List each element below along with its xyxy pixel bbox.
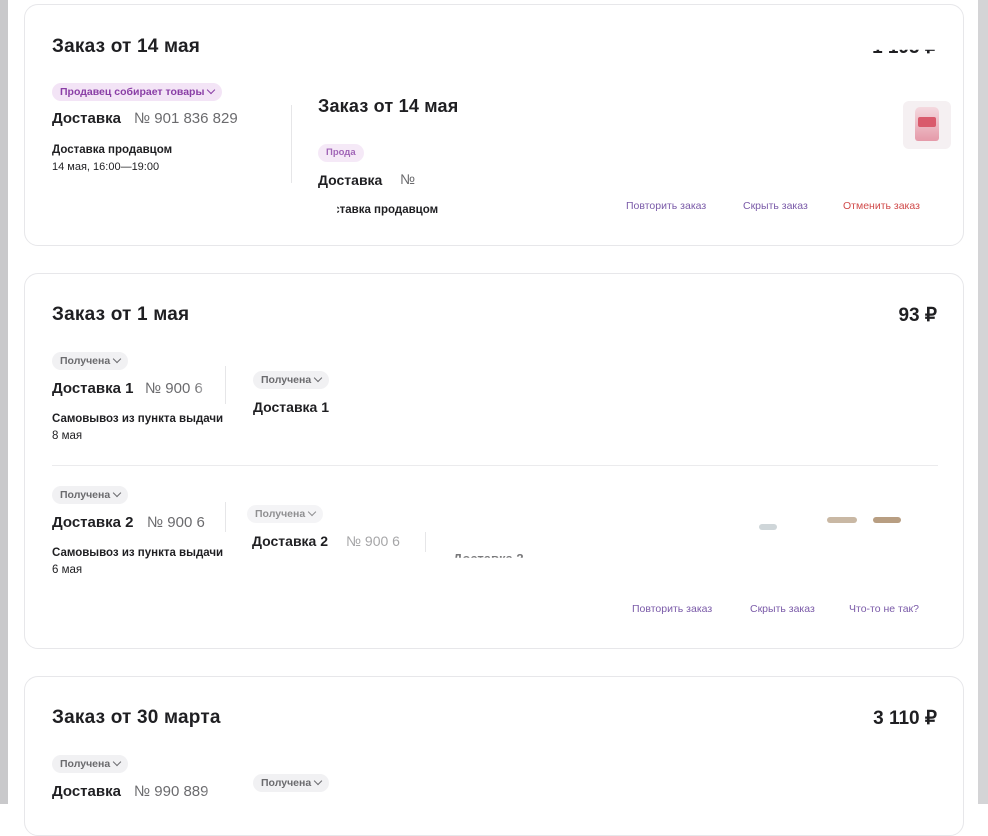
scrollbar-track[interactable]: [978, 0, 988, 804]
order-title: Заказ от 30 марта: [52, 707, 221, 728]
status-label: Получена: [60, 758, 111, 770]
column-divider: [225, 366, 226, 404]
repeat-order-button[interactable]: Повторить заказ: [632, 603, 712, 615]
status-badge[interactable]: Получена: [52, 352, 129, 370]
order-price: 93 ₽: [898, 305, 937, 326]
delivery-method: Самовывоз из пункта выдачи: [52, 413, 224, 425]
delivery-method: Доставка продавцом: [52, 144, 173, 156]
hide-order-button[interactable]: Скрыть заказ: [750, 603, 815, 615]
chevron-down-icon: [313, 373, 323, 383]
product-thumbnail[interactable]: [903, 101, 951, 149]
chevron-down-icon: [112, 488, 122, 498]
cancel-order-button[interactable]: Отменить заказ: [843, 200, 920, 212]
order-title: Заказ от 14 мая: [52, 36, 201, 57]
status-badge[interactable]: Получена: [52, 486, 129, 504]
ghost-status-badge: Получена: [253, 774, 330, 792]
delivery-date: 14 мая, 16:00—19:00: [52, 161, 160, 173]
delivery-number[interactable]: № 901 836 829: [134, 110, 238, 127]
chevron-down-icon: [112, 757, 122, 767]
delivery-number[interactable]: № 900 6: [147, 514, 205, 531]
product-thumbnail[interactable]: [759, 524, 777, 530]
status-label: Продавец собирает товары: [60, 86, 205, 98]
status-badge[interactable]: Получена: [52, 755, 129, 773]
ghost-delivery-name: Доставка: [318, 172, 383, 188]
ghost-delivery-number: №: [400, 171, 416, 187]
chevron-down-icon: [112, 354, 122, 364]
column-divider: [225, 502, 226, 532]
delivery-date: 8 мая: [52, 430, 83, 442]
text-fade: [195, 374, 227, 400]
delivery-date: 6 мая: [52, 564, 83, 576]
hide-order-button[interactable]: Скрыть заказ: [743, 200, 808, 212]
ghost-status-badge: Прода: [318, 144, 364, 162]
text-fade: [205, 777, 225, 803]
chevron-down-icon: [207, 85, 216, 95]
repeat-order-button[interactable]: Повторить заказ: [626, 200, 706, 212]
delivery-divider: [52, 465, 938, 466]
order-title: Заказ от 1 мая: [52, 304, 190, 325]
product-thumbnail[interactable]: [827, 517, 857, 523]
ghost-status-badge: Получена: [247, 505, 324, 523]
ghost-status-badge: Получена: [253, 371, 330, 389]
ghost-delivery-number: № 900 6: [346, 533, 400, 549]
status-label: Получена: [60, 489, 111, 501]
order-price: 1 195 ₽: [872, 37, 937, 58]
window-edge-left: [0, 0, 8, 804]
order-card: Заказ от 1 мая 93 ₽ Получена Доставка 1 …: [24, 273, 964, 649]
ghost-order-title: Заказ от 14 мая: [318, 96, 459, 116]
product-thumbnail[interactable]: [873, 517, 901, 523]
ghost-status-label: Получена: [261, 374, 312, 386]
delivery-name: Доставка: [52, 783, 121, 800]
delivery-name: Доставка 2: [52, 514, 134, 531]
ghost-delivery-name: Доставка 1: [253, 399, 330, 415]
delivery-number[interactable]: № 990 889: [134, 783, 208, 800]
text-fade: [245, 105, 295, 131]
status-label: Получена: [60, 355, 111, 367]
status-badge[interactable]: Продавец собирает товары: [52, 83, 223, 101]
delivery-method: Самовывоз из пункта выдачи: [52, 547, 224, 559]
order-price: 3 110 ₽: [873, 708, 937, 729]
report-problem-button[interactable]: Что-то не так?: [849, 603, 919, 615]
chevron-down-icon: [313, 776, 323, 786]
ghost-status-label: Получена: [261, 777, 312, 789]
column-divider: [291, 105, 292, 183]
ghost-delivery-method: Доставка продавцом: [318, 204, 439, 216]
ghost-divider: [425, 532, 426, 552]
product-label-mark: [918, 117, 936, 127]
ghost-status-label: Получена: [255, 508, 306, 520]
order-card: Заказ от 14 мая 1 195 ₽ Продавец собирае…: [24, 4, 964, 246]
order-card: Заказ от 30 марта 3 110 ₽ Получена Доста…: [24, 676, 964, 836]
ghost-delivery-name: Доставка 2: [252, 533, 329, 549]
delivery-name: Доставка 1: [52, 380, 134, 397]
chevron-down-icon: [307, 507, 317, 517]
ghost-delivery-extra: Доставка 2: [453, 551, 524, 566]
delivery-name: Доставка: [52, 110, 121, 127]
